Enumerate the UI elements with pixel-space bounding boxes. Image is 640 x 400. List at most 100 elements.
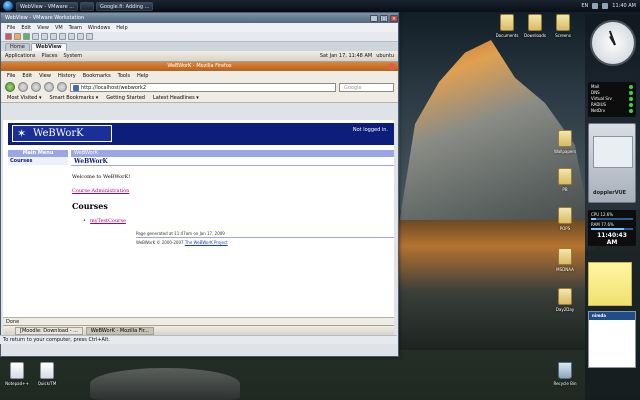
revert-icon[interactable]	[50, 33, 57, 40]
cpu-meter-gadget[interactable]: CPU 12.6% RAM 77.6% 11:40:43 AM	[588, 210, 636, 246]
language-indicator[interactable]: EN	[581, 3, 588, 9]
search-input[interactable]: Google	[339, 82, 394, 92]
taskbar-item-google[interactable]: Google.fi: Adding ...	[96, 1, 154, 11]
volume-icon[interactable]	[602, 3, 609, 9]
clock-gadget[interactable]	[590, 20, 636, 66]
stop-icon[interactable]	[44, 82, 54, 92]
snapshot-manager-icon[interactable]	[59, 33, 66, 40]
desktop-icon-wallpapers[interactable]: Wallpapers	[548, 130, 582, 154]
back-icon[interactable]	[5, 82, 15, 92]
power-off-icon[interactable]	[5, 33, 12, 40]
suspend-icon[interactable]	[14, 33, 21, 40]
sticky-note-gadget[interactable]	[588, 262, 632, 306]
weather-gadget[interactable]: dopplerVUE	[588, 123, 636, 203]
ff-menu-view[interactable]: View	[39, 73, 51, 79]
desktop-icon-pb[interactable]: PB	[548, 168, 582, 192]
guest-task-moodle[interactable]: [Moodle: Download - ...	[15, 326, 83, 335]
webwork-banner: WeBWorK Not logged in.	[8, 123, 394, 145]
status-ok-icon	[629, 109, 633, 113]
ff-menu-help[interactable]: Help	[137, 73, 148, 79]
forward-icon[interactable]	[18, 82, 28, 92]
menu-edit[interactable]: Edit	[21, 25, 31, 31]
ff-menu-file[interactable]: File	[7, 73, 15, 79]
guest-menu-applications[interactable]: Applications	[5, 53, 36, 59]
reset-icon[interactable]	[32, 33, 39, 40]
ram-bar	[591, 228, 633, 230]
desktop-icon-label: Notepad++	[5, 381, 29, 386]
desktop-icon-msdnaa[interactable]: MSDNAA	[548, 248, 582, 272]
guest-user[interactable]: ubuntu	[376, 53, 394, 59]
quick-switch-icon[interactable]	[77, 33, 84, 40]
vmware-titlebar[interactable]: WebView - VMware Workstation _ □ ×	[1, 13, 398, 23]
taskbar-item-blank[interactable]	[80, 1, 95, 11]
power-on-icon[interactable]	[23, 33, 30, 40]
guest-menu-system[interactable]: System	[63, 53, 82, 59]
menu-windows[interactable]: Windows	[88, 25, 110, 31]
bookmark-most-visited[interactable]: Most Visited ▾	[7, 95, 42, 101]
taskbar-item-vmware[interactable]: WebView - VMware ...	[16, 1, 79, 11]
desktop-icon-notepad[interactable]: Notepad++	[0, 362, 34, 386]
course-admin-link[interactable]: Course Administration	[72, 188, 129, 194]
firefox-title: WeBWorK - Mozilla Firefox	[167, 63, 232, 69]
course-link-text[interactable]: myTestCourse	[90, 218, 126, 224]
firefox-close-icon[interactable]	[388, 63, 395, 70]
home-icon[interactable]	[57, 82, 67, 92]
guest-task-webwork[interactable]: WeBWorK - Mozilla Fir...	[85, 326, 154, 335]
wallpaper-rock	[90, 368, 240, 400]
bookmark-smart[interactable]: Smart Bookmarks ▾	[50, 95, 99, 101]
snapshot-icon[interactable]	[41, 33, 48, 40]
course-link[interactable]: myTestCourse	[83, 218, 126, 224]
desktop-icon-day2day[interactable]: Day2Day	[548, 288, 582, 312]
minimize-button[interactable]: _	[370, 14, 378, 22]
bookmark-latest-headlines[interactable]: Latest Headlines ▾	[153, 95, 199, 101]
welcome-text: Welcome to WeBWorK!	[72, 174, 131, 180]
menu-view[interactable]: View	[37, 25, 49, 31]
desktop-icon-label: Day2Day	[555, 307, 575, 312]
console-view-icon[interactable]	[86, 33, 93, 40]
ff-menu-history[interactable]: History	[58, 73, 76, 79]
status-ok-icon	[629, 85, 633, 89]
folder-icon	[500, 14, 514, 31]
main-menu-heading: Main Menu	[8, 150, 68, 157]
tab-webview[interactable]: WebView	[30, 43, 67, 51]
desktop-icon-label: PB	[562, 187, 568, 192]
webwork-logo[interactable]: WeBWorK	[12, 125, 112, 142]
desktop-icon-quicktm[interactable]: Quick/TM	[30, 362, 64, 386]
project-link[interactable]: The WeBWorK Project	[185, 240, 228, 245]
vmware-statusbar: To return to your computer, press Ctrl+A…	[0, 335, 397, 344]
ff-menu-edit[interactable]: Edit	[22, 73, 32, 79]
bookmark-getting-started[interactable]: Getting Started	[106, 95, 145, 101]
ram-label: RAM 77.6%	[591, 222, 614, 227]
firefox-titlebar[interactable]: WeBWorK - Mozilla Firefox	[1, 62, 398, 71]
reload-icon[interactable]	[31, 82, 41, 92]
network-icon[interactable]	[592, 3, 599, 9]
menu-vm[interactable]: VM	[55, 25, 63, 31]
ff-menu-tools[interactable]: Tools	[118, 73, 130, 79]
breadcrumb: WeBWorK	[71, 150, 394, 157]
fullscreen-icon[interactable]	[68, 33, 75, 40]
sidebar-item-courses[interactable]: Courses	[8, 157, 68, 165]
desktop-icon-pops[interactable]: POPS	[548, 207, 582, 231]
ff-menu-bookmarks[interactable]: Bookmarks	[83, 73, 111, 79]
page-generated: Page generated at 11:47am on Jan 17, 200…	[136, 231, 394, 238]
menu-team[interactable]: Team	[69, 25, 82, 31]
tray-clock[interactable]: 11:40 AM	[612, 3, 636, 9]
calendar-header: nimda	[589, 312, 635, 320]
tab-home[interactable]: Home	[5, 43, 30, 51]
desktop-icon-screens[interactable]: Screens	[546, 14, 580, 38]
start-orb-icon[interactable]	[3, 1, 13, 11]
url-input[interactable]: http://localhost/webwork2	[70, 82, 336, 92]
guest-menu-places[interactable]: Places	[42, 53, 58, 59]
menu-file[interactable]: File	[7, 25, 15, 31]
services-gadget[interactable]: Mail DNS Virtual Srv RADIUS NetDrv	[588, 82, 636, 117]
desktop-icon-recycle-bin[interactable]: Recycle Bin	[548, 362, 582, 386]
page-title: WeBWorK	[71, 157, 394, 166]
desktop-icon-label: Wallpapers	[553, 149, 577, 154]
copyright-text: WeBWorK © 2000-2007	[136, 240, 185, 245]
app-icon	[40, 362, 54, 379]
guest-clock[interactable]: Sat Jan 17, 11:48 AM	[320, 53, 372, 59]
maximize-button[interactable]: □	[380, 14, 388, 22]
close-button[interactable]: ×	[390, 14, 398, 22]
menu-help[interactable]: Help	[116, 25, 127, 31]
calendar-gadget[interactable]: nimda	[588, 311, 636, 368]
